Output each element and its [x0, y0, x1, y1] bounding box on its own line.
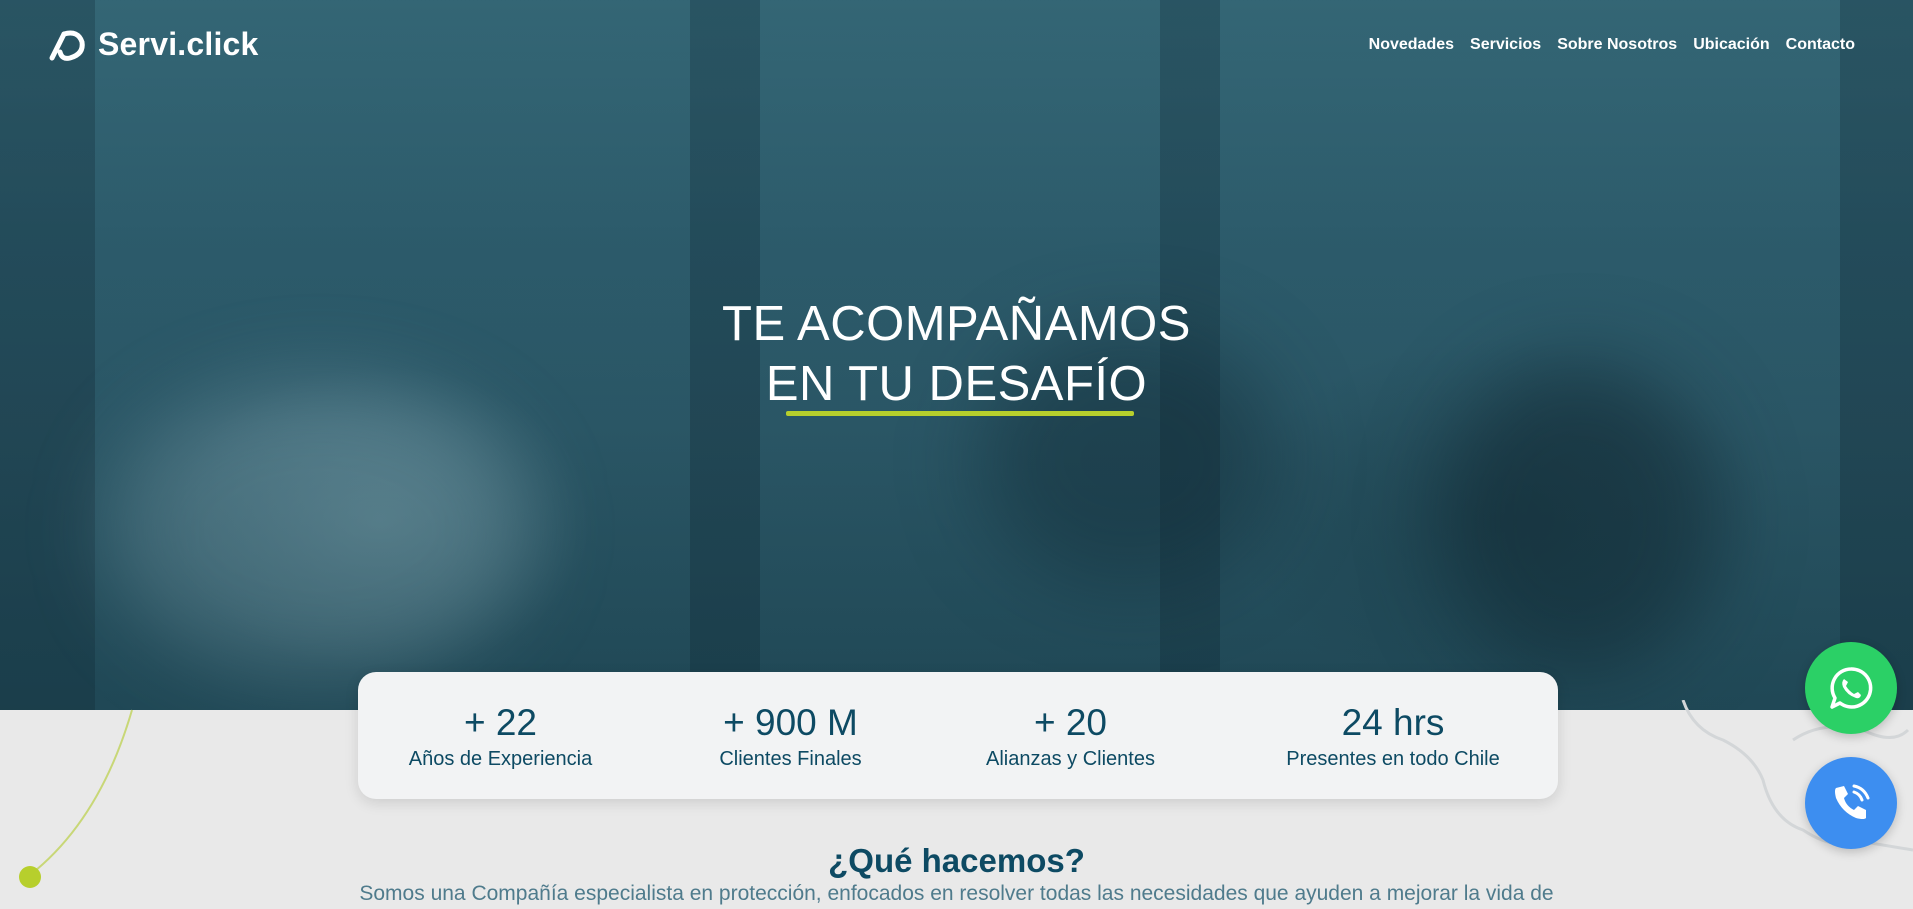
nav-sobre-nosotros[interactable]: Sobre Nosotros: [1557, 36, 1677, 54]
nav-novedades[interactable]: Novedades: [1369, 36, 1454, 54]
stat-value: + 900 M: [723, 702, 858, 743]
stat-coverage: 24 hrs Presentes en todo Chile: [1273, 702, 1513, 772]
stat-value: + 20: [1033, 702, 1108, 743]
hero-line-2: EN TU DESAFÍO: [765, 357, 1148, 411]
nav-ubicacion[interactable]: Ubicación: [1693, 36, 1769, 54]
phone-icon: [1835, 784, 1870, 819]
section-description: Somos una Compañía especialista en prote…: [359, 882, 1554, 905]
stat-value: + 22: [463, 702, 538, 743]
stat-value: 24 hrs: [1341, 702, 1445, 743]
section-title: ¿Qué hacemos?: [828, 842, 1085, 879]
logo[interactable]: Servi.click: [48, 26, 259, 63]
stat-experience: + 22 Años de Experiencia: [403, 702, 598, 772]
logo-icon: [49, 30, 85, 61]
nav-servicios[interactable]: Servicios: [1470, 36, 1541, 54]
hero-headline: TE ACOMPAÑAMOS EN TU DESAFÍO: [0, 294, 1913, 414]
main-nav: Novedades Servicios Sobre Nosotros Ubica…: [1369, 36, 1855, 54]
stats-card: + 22 Años de Experiencia + 900 M Cliente…: [358, 672, 1558, 799]
headline-underline: [786, 411, 1134, 416]
stat-alliances: + 20 Alianzas y Clientes: [973, 702, 1168, 772]
whatsapp-icon: [1830, 667, 1873, 709]
hero-line-1: TE ACOMPAÑAMOS: [722, 297, 1191, 351]
call-button[interactable]: [1805, 757, 1897, 849]
stat-label: Clientes Finales: [719, 748, 862, 770]
stat-label: Alianzas y Clientes: [986, 748, 1155, 770]
stat-label: Presentes en todo Chile: [1286, 748, 1500, 770]
logo-text: Servi.click: [98, 26, 259, 62]
whatsapp-button[interactable]: [1805, 642, 1897, 734]
nav-contacto[interactable]: Contacto: [1786, 36, 1855, 54]
stat-label: Años de Experiencia: [408, 748, 593, 770]
stat-clients: + 900 M Clientes Finales: [693, 702, 888, 772]
